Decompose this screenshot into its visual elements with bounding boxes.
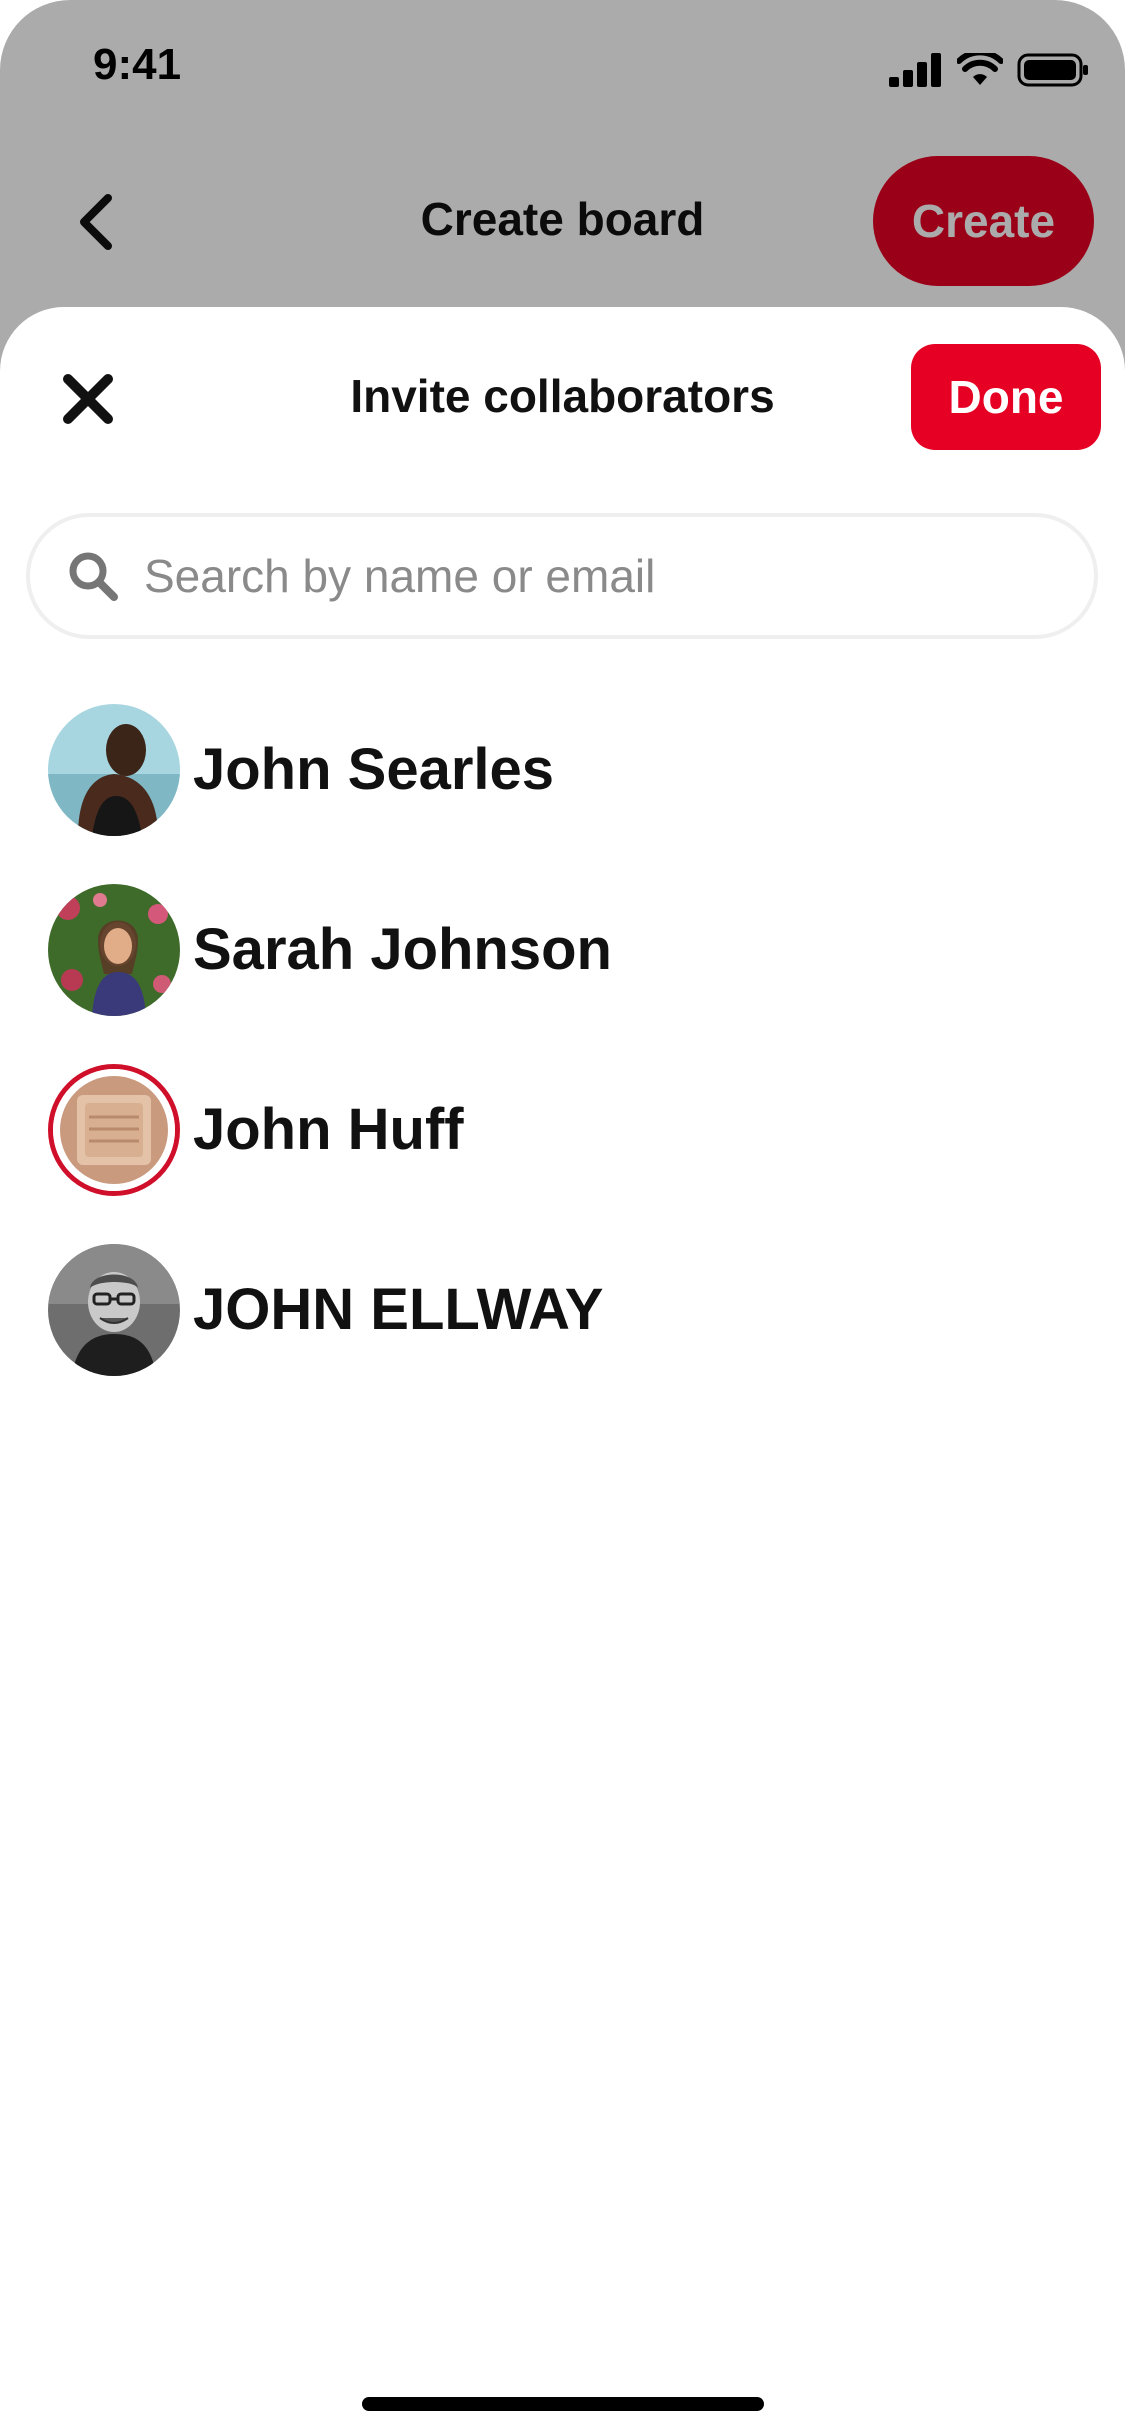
battery-icon [1017, 53, 1088, 87]
person-name: John Huff [193, 1097, 464, 1162]
avatar [48, 704, 180, 836]
list-item[interactable]: JOHN ELLWAY [0, 1220, 1125, 1400]
list-item[interactable]: John Huff [0, 1040, 1125, 1220]
done-button[interactable]: Done [911, 344, 1101, 450]
person-name: JOHN ELLWAY [193, 1277, 604, 1342]
avatar [48, 884, 180, 1016]
invite-collaborators-sheet: Invite collaborators Done John Searles [0, 307, 1125, 2436]
list-item[interactable]: John Searles [0, 680, 1125, 860]
cellular-signal-icon [889, 53, 941, 87]
wifi-icon [957, 53, 1003, 85]
avatar [48, 1064, 180, 1196]
search-input[interactable] [142, 548, 1054, 604]
search-bar[interactable] [26, 513, 1098, 639]
avatar [48, 1244, 180, 1376]
person-name: John Searles [193, 737, 555, 802]
person-name: Sarah Johnson [193, 917, 612, 982]
list-item[interactable]: Sarah Johnson [0, 860, 1125, 1040]
search-icon [69, 552, 118, 601]
status-time: 9:41 [93, 40, 182, 89]
home-indicator[interactable] [362, 2397, 764, 2411]
status-icons [889, 50, 1089, 90]
people-list: John Searles Sarah Johnson John Huff JOH… [0, 680, 1125, 1400]
